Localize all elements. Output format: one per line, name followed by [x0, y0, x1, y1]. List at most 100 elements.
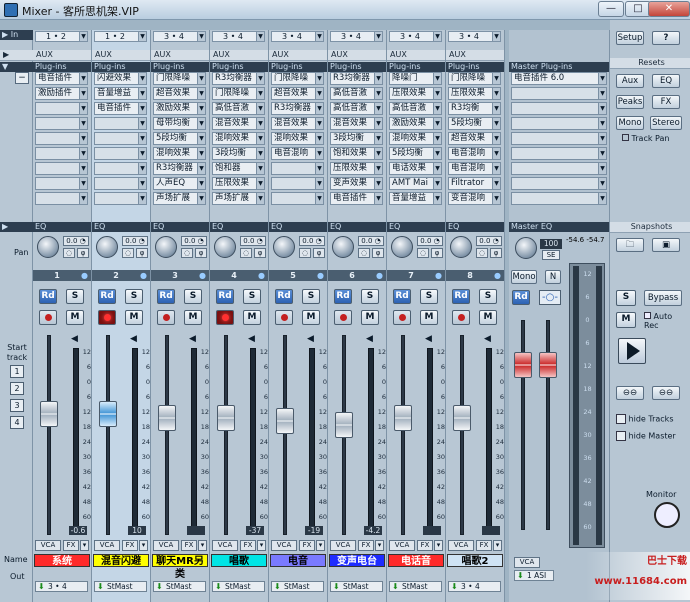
plugin-slot[interactable]: ▼ — [35, 132, 88, 145]
plugin-slot[interactable]: R3均衡器 ▼ — [153, 162, 206, 175]
phase-button[interactable]: ◌ — [63, 248, 75, 258]
channel-aux-label[interactable]: AUX — [151, 50, 209, 61]
plugin-slot[interactable]: 高低音激 ▼ — [330, 87, 383, 100]
phi-button[interactable]: φ — [313, 248, 325, 258]
master-plugin-slot[interactable]: ▼ — [511, 177, 607, 190]
bypass-button[interactable]: Bypass — [644, 290, 682, 306]
plugin-slot[interactable]: 门限降噪 ▼ — [153, 72, 206, 85]
master-n-button[interactable]: N — [545, 270, 561, 284]
read-automation-button[interactable]: Rd — [157, 289, 175, 304]
pan-value[interactable]: 0.0 ◔ — [63, 236, 89, 246]
plugin-slot[interactable]: 声场扩展 ▼ — [153, 192, 206, 205]
monitor-knob[interactable] — [654, 502, 680, 528]
read-automation-button[interactable]: Rd — [275, 289, 293, 304]
channel-eq-header[interactable]: EQ — [387, 222, 445, 232]
plugin-slot[interactable]: ▼ — [94, 177, 147, 190]
channel-aux-label[interactable]: AUX — [92, 50, 150, 61]
plugin-slot[interactable]: ▼ — [271, 192, 324, 205]
solo-button[interactable]: S — [125, 289, 143, 304]
eq-row-header[interactable]: ▶ — [0, 222, 33, 232]
master-plugin-slot[interactable]: 电音插件 6.0 ▼ — [511, 72, 607, 85]
master-plugin-slot[interactable]: ▼ — [511, 162, 607, 175]
hide-tracks-option[interactable]: hide Tracks — [616, 414, 688, 424]
channel-fader[interactable] — [335, 411, 353, 438]
channel-eq-header[interactable]: EQ — [269, 222, 327, 232]
global-solo-button[interactable]: S — [616, 290, 636, 306]
plugin-slot[interactable]: ▼ — [94, 162, 147, 175]
phase-button[interactable]: ◌ — [240, 248, 252, 258]
plugin-slot[interactable]: 闪避效果 ▼ — [94, 72, 147, 85]
vca-button[interactable]: VCA — [389, 540, 415, 551]
plugin-slot[interactable]: 门限降噪 ▼ — [448, 72, 501, 85]
snapshot-save-button[interactable]: ▣ — [652, 238, 680, 252]
plugin-slot[interactable]: ▼ — [94, 117, 147, 130]
plugin-slot[interactable]: ▼ — [94, 132, 147, 145]
plugin-slot[interactable]: 音量增益 ▼ — [389, 192, 442, 205]
reset-stereo-button[interactable]: Stereo — [650, 116, 682, 130]
snapshot-open-button[interactable]: 🗀 — [616, 238, 644, 252]
channel-name[interactable]: 唱歌2 — [447, 554, 503, 567]
plugin-slot[interactable]: 5段均衡 ▼ — [153, 132, 206, 145]
plugin-slot[interactable]: 电音插件 ▼ — [35, 72, 88, 85]
phi-button[interactable]: φ — [77, 248, 89, 258]
plugin-slot[interactable]: 声场扩展 ▼ — [212, 192, 265, 205]
channel-output-select[interactable]: ⬇ StMast — [94, 581, 147, 592]
plugin-slot[interactable]: 电音插件 ▼ — [94, 102, 147, 115]
plugin-slot[interactable]: 5段均衡 ▼ — [448, 117, 501, 130]
mute-button[interactable]: M — [184, 310, 202, 325]
pan-value[interactable]: 0.0 ◔ — [299, 236, 325, 246]
pan-value[interactable]: 0.0 ◔ — [240, 236, 266, 246]
mute-button[interactable]: M — [361, 310, 379, 325]
master-link-button[interactable]: -○- — [539, 290, 561, 305]
pan-knob[interactable] — [214, 236, 236, 258]
phi-button[interactable]: φ — [490, 248, 502, 258]
plugin-slot[interactable]: 超音效果 ▼ — [448, 132, 501, 145]
mute-button[interactable]: M — [66, 310, 84, 325]
plugin-slot[interactable]: 高低音激 ▼ — [330, 102, 383, 115]
link-right-button[interactable]: ⊖⊖ — [652, 386, 680, 400]
record-arm-button[interactable] — [39, 310, 57, 325]
fx-button[interactable]: FX — [476, 540, 492, 551]
fx-dropdown-button[interactable]: ▾ — [375, 540, 384, 551]
pan-knob[interactable] — [450, 236, 472, 258]
vca-button[interactable]: VCA — [448, 540, 474, 551]
channel-fader[interactable] — [276, 408, 294, 435]
channel-name[interactable]: 聊天MR另类 — [152, 554, 208, 580]
fx-dropdown-button[interactable]: ▾ — [434, 540, 443, 551]
pan-knob[interactable] — [155, 236, 177, 258]
plugin-slot[interactable]: ▼ — [35, 102, 88, 115]
fx-button[interactable]: FX — [122, 540, 138, 551]
plugin-slot[interactable]: 人声EQ ▼ — [153, 177, 206, 190]
plugin-slot[interactable]: 饱和器 ▼ — [212, 162, 265, 175]
plugin-slot[interactable]: 激励效果 ▼ — [389, 117, 442, 130]
phi-button[interactable]: φ — [195, 248, 207, 258]
record-arm-button[interactable] — [334, 310, 352, 325]
vca-button[interactable]: VCA — [212, 540, 238, 551]
channel-name[interactable]: 混音闪避 — [93, 554, 149, 567]
phi-button[interactable]: φ — [136, 248, 148, 258]
plugin-slot[interactable]: 电话效果 ▼ — [389, 162, 442, 175]
plugin-slot[interactable]: 电音混响 ▼ — [448, 147, 501, 160]
pan-knob[interactable] — [391, 236, 413, 258]
channel-eq-header[interactable]: EQ — [446, 222, 504, 232]
master-plugin-slot[interactable]: ▼ — [511, 132, 607, 145]
channel-aux-label[interactable]: AUX — [328, 50, 386, 61]
record-arm-button[interactable] — [452, 310, 470, 325]
plugin-slot[interactable]: 母带均衡 ▼ — [153, 117, 206, 130]
channel-eq-header[interactable]: EQ — [33, 222, 91, 232]
master-mono-button[interactable]: Mono — [511, 270, 537, 284]
master-rd-button[interactable]: Rd — [512, 290, 530, 305]
vca-button[interactable]: VCA — [94, 540, 120, 551]
channel-aux-label[interactable]: AUX — [33, 50, 91, 61]
minimize-button[interactable]: — — [598, 1, 624, 17]
channel-aux-label[interactable]: AUX — [387, 50, 445, 61]
channel-output-select[interactable]: ⬇ StMast — [389, 581, 442, 592]
plugin-slot[interactable]: 5段均衡 ▼ — [389, 147, 442, 160]
pan-value[interactable]: 0.0 ◔ — [476, 236, 502, 246]
read-automation-button[interactable]: Rd — [39, 289, 57, 304]
channel-input-select[interactable]: 3 • 4 ▼ — [271, 31, 324, 42]
master-plugin-slot[interactable]: ▼ — [511, 102, 607, 115]
plugin-slot[interactable]: R3均衡器 ▼ — [212, 72, 265, 85]
read-automation-button[interactable]: Rd — [334, 289, 352, 304]
master-pan-knob-left[interactable] — [515, 237, 537, 259]
